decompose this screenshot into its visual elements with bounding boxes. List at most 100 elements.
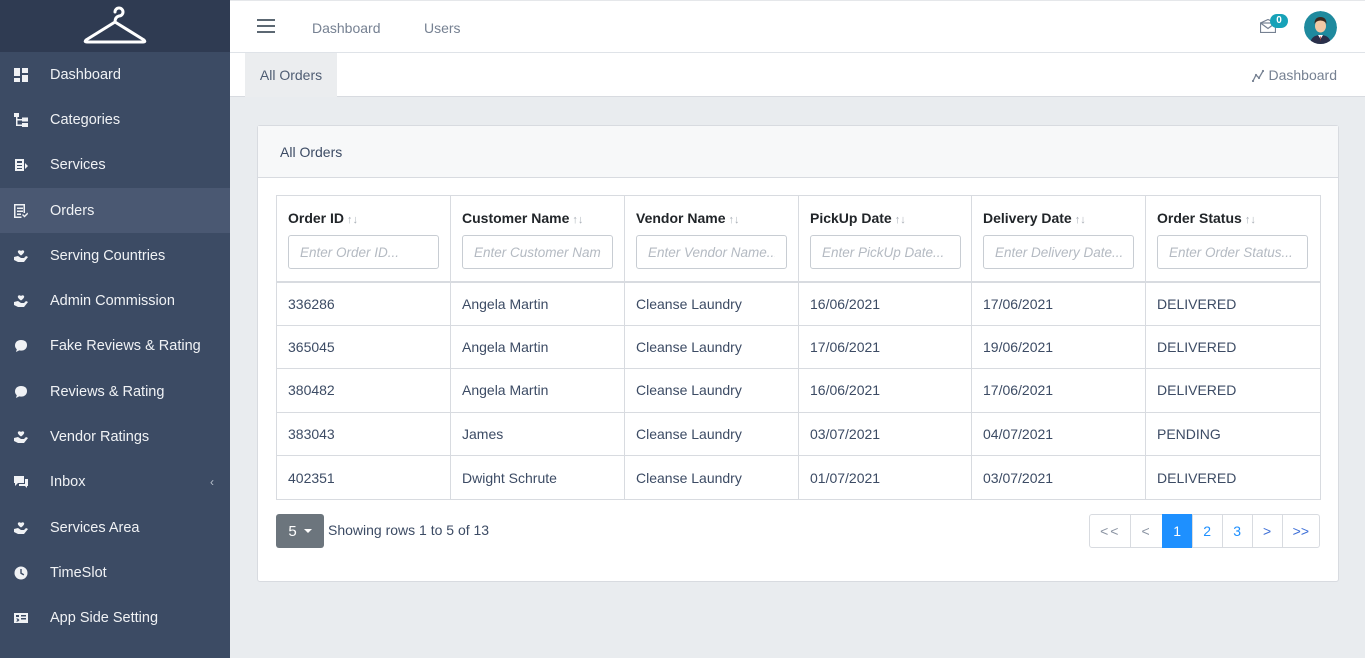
page-size-dropdown[interactable]: 5 [276,514,324,548]
sidebar-item-label: Services Area [50,519,140,536]
cell-delivery-date: 03/07/2021 [971,455,1146,500]
cell-order-status: DELIVERED [1145,324,1321,370]
prev-page-button[interactable]: < [1130,514,1163,548]
mail-count-badge: 0 [1270,14,1288,28]
sort-icon[interactable]: ↑↓ [347,214,358,226]
page-size-value: 5 [288,522,297,540]
customer-name-filter-input[interactable] [462,235,613,269]
settings-card-icon [14,611,28,625]
sidebar-item-label: App Side Setting [50,610,159,627]
table-row[interactable]: 380482 Angela Martin Cleanse Laundry 16/… [276,368,1321,413]
sort-icon[interactable]: ↑↓ [1075,214,1086,226]
sort-icon[interactable]: ↑↓ [1245,214,1256,226]
dashboard-shortcut-link[interactable]: Dashboard [1251,67,1338,83]
orders-icon [14,203,28,218]
tab-all-orders[interactable]: All Orders [245,53,337,97]
caret-down-icon [303,529,312,533]
cell-order-status: DELIVERED [1145,281,1321,326]
sidebar-nav: Dashboard Categories Services Orders Ser… [0,52,230,641]
pagination-info: Showing rows 1 to 5 of 13 [328,522,490,538]
sidebar-item-label: Fake Reviews & Rating [50,338,201,355]
hand-heart-icon [14,430,28,444]
table-row[interactable]: 365045 Angela Martin Cleanse Laundry 17/… [276,324,1321,370]
column-pickup-date[interactable]: PickUp Date ↑↓ [798,195,972,283]
column-label: Customer Name [462,210,570,226]
cell-order-id: 383043 [276,411,451,457]
table-row[interactable]: 336286 Angela Martin Cleanse Laundry 16/… [276,281,1321,326]
pickup-date-filter-input[interactable] [810,235,961,269]
page-2-button[interactable]: 2 [1191,514,1223,548]
cell-order-id: 402351 [276,455,451,500]
sort-icon[interactable]: ↑↓ [572,214,583,226]
cell-vendor-name: Cleanse Laundry [624,368,799,413]
cell-order-id: 365045 [276,324,451,370]
sidebar-item-dashboard[interactable]: Dashboard [0,52,230,97]
column-customer-name[interactable]: Customer Name ↑↓ [450,195,625,283]
column-order-status[interactable]: Order Status ↑↓ [1145,195,1321,283]
orders-table: Order ID↑↓ Customer Name↑↓ Vendor Name↑↓… [276,195,1321,500]
cell-customer-name: Angela Martin [450,324,625,370]
sidebar-item-timeslot[interactable]: TimeSlot [0,550,230,595]
column-label: Order Status [1157,210,1242,226]
next-page-button[interactable]: > [1251,514,1283,548]
brand-logo[interactable] [0,0,230,52]
sidebar-item-vendor-ratings[interactable]: Vendor Ratings [0,414,230,459]
sidebar-item-orders[interactable]: Orders [0,187,230,234]
sidebar-item-reviews-rating[interactable]: Reviews & Rating [0,369,230,414]
cell-delivery-date: 17/06/2021 [971,368,1146,413]
dashboard-icon [14,67,28,82]
pagination: << < 1 2 3 > >> [1089,514,1320,548]
cell-order-id: 380482 [276,368,451,413]
order-status-filter-input[interactable] [1157,235,1308,269]
cell-pickup-date: 01/07/2021 [798,455,972,500]
column-order-id[interactable]: Order ID ↑↓ [276,195,451,283]
sidebar-item-admin-commission[interactable]: Admin Commission [0,278,230,323]
sidebar-item-services-area[interactable]: Services Area [0,505,230,550]
hand-heart-icon [14,249,28,263]
order-id-filter-input[interactable] [288,235,439,269]
column-label: Vendor Name [636,210,726,226]
hand-heart-icon [14,294,28,308]
sidebar-item-app-side-setting[interactable]: App Side Setting [0,596,230,641]
avatar[interactable] [1304,11,1337,44]
sidebar-item-services[interactable]: Services [0,143,230,188]
sidebar-item-label: TimeSlot [50,564,107,581]
last-page-button[interactable]: >> [1281,514,1320,548]
table-row[interactable]: 402351 Dwight Schrute Cleanse Laundry 01… [276,455,1321,500]
sidebar: Dashboard Categories Services Orders Ser… [0,0,230,658]
sidebar-item-label: Dashboard [50,66,121,83]
sidebar-item-label: Serving Countries [50,247,166,264]
table-row[interactable]: 383043 James Cleanse Laundry 03/07/2021 … [276,411,1321,457]
table-header-row: Order ID↑↓ Customer Name↑↓ Vendor Name↑↓… [276,195,1321,283]
comment-icon [14,385,28,399]
top-link-dashboard[interactable]: Dashboard [312,20,381,36]
vendor-name-filter-input[interactable] [636,235,787,269]
sidebar-item-inbox[interactable]: Inbox ‹ [0,460,230,505]
first-page-button[interactable]: << [1089,514,1132,548]
page-1-button[interactable]: 1 [1161,514,1193,548]
column-vendor-name[interactable]: Vendor Name ↑↓ [624,195,799,283]
sidebar-item-label: Orders [50,202,95,219]
sitemap-icon [14,112,28,127]
delivery-date-filter-input[interactable] [983,235,1134,269]
sort-icon[interactable]: ↑↓ [895,214,906,226]
cell-customer-name: Dwight Schrute [450,455,625,500]
topbar: Dashboard Users 0 [230,0,1365,53]
services-icon [14,158,28,172]
cell-delivery-date: 19/06/2021 [971,324,1146,370]
sidebar-item-serving-countries[interactable]: Serving Countries [0,233,230,278]
cell-customer-name: Angela Martin [450,368,625,413]
inbox-icon [14,475,28,489]
sidebar-item-label: Reviews & Rating [50,383,165,400]
page-3-button[interactable]: 3 [1221,514,1253,548]
menu-toggle-icon[interactable] [257,19,275,33]
sidebar-item-categories[interactable]: Categories [0,97,230,142]
card-title: All Orders [258,126,1338,178]
sidebar-item-fake-reviews[interactable]: Fake Reviews & Rating [0,324,230,369]
chevron-left-icon[interactable]: ‹ [210,475,214,489]
hand-heart-icon [14,521,28,535]
sort-icon[interactable]: ↑↓ [728,214,739,226]
dashboard-shortcut-label: Dashboard [1268,67,1338,83]
column-delivery-date[interactable]: Delivery Date ↑↓ [971,195,1146,283]
top-link-users[interactable]: Users [424,20,461,36]
